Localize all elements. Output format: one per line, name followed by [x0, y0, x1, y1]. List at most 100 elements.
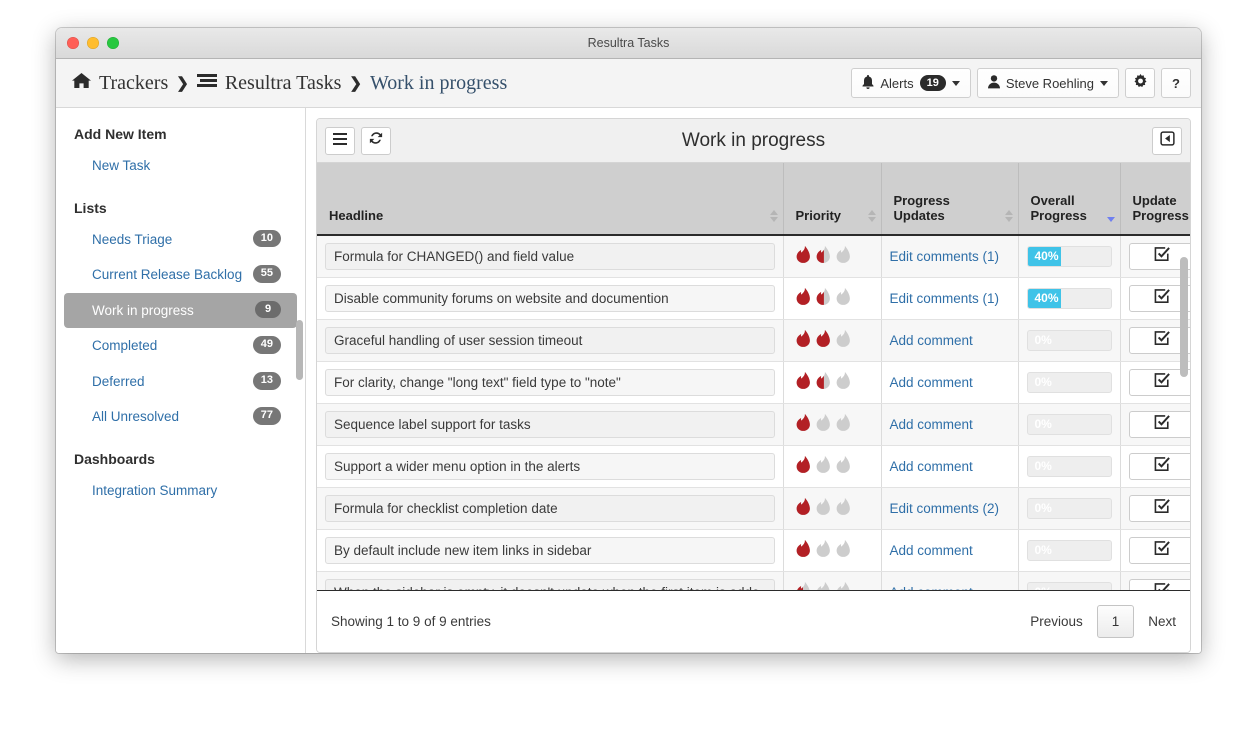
update-progress-button[interactable]	[1128, 537, 1190, 564]
table-row[interactable]: For clarity, change "long text" field ty…	[317, 361, 1190, 404]
pagination-page-1[interactable]: 1	[1096, 605, 1135, 638]
priority-flame-icon	[796, 455, 810, 473]
table-row[interactable]: When the sidebar is empty, it doesn't up…	[317, 571, 1190, 591]
column-header-progress-updates[interactable]: Progress Updates	[881, 163, 1019, 236]
cell-priority	[783, 361, 882, 404]
priority-rating[interactable]	[792, 412, 873, 438]
priority-flame-icon	[796, 413, 810, 431]
sort-descending-icon[interactable]	[1106, 217, 1115, 222]
update-progress-button[interactable]	[1128, 411, 1190, 438]
headline-text[interactable]: For clarity, change "long text" field ty…	[325, 369, 775, 396]
table-row[interactable]: Formula for CHANGED() and field value Edi…	[317, 235, 1190, 278]
alerts-button[interactable]: Alerts 19	[851, 68, 971, 98]
column-header-update-progress[interactable]: Update Progress	[1120, 163, 1190, 236]
table-row[interactable]: Disable community forums on website and …	[317, 277, 1190, 320]
priority-rating[interactable]	[792, 328, 873, 354]
priority-rating[interactable]	[792, 496, 873, 522]
breadcrumb-trackers[interactable]: Trackers	[99, 72, 168, 95]
priority-rating[interactable]	[792, 454, 873, 480]
update-progress-button[interactable]	[1128, 453, 1190, 480]
progress-updates-link[interactable]: Edit comments (2)	[890, 501, 1000, 516]
sidebar-item-label: Integration Summary	[92, 482, 218, 498]
sort-toggle-icon[interactable]	[867, 210, 876, 222]
table-row[interactable]: Graceful handling of user session timeou…	[317, 319, 1190, 362]
sidebar-item-completed[interactable]: Completed 49	[64, 328, 297, 364]
checked-box-icon	[1154, 582, 1170, 590]
progress-updates-link[interactable]: Edit comments (1)	[890, 249, 1000, 264]
headline-text[interactable]: By default include new item links in sid…	[325, 537, 775, 564]
progress-updates-link[interactable]: Add comment	[890, 375, 973, 390]
sidebar-scrollbar[interactable]	[296, 108, 304, 653]
collapse-panel-button[interactable]	[1152, 126, 1182, 155]
cell-priority	[783, 487, 882, 530]
sidebar-item-needs-triage[interactable]: Needs Triage 10	[64, 222, 297, 258]
window-title: Resultra Tasks	[587, 36, 670, 50]
headline-text[interactable]: Support a wider menu option in the alert…	[325, 453, 775, 480]
column-header-overall-progress[interactable]: Overall Progress	[1018, 163, 1121, 236]
sort-toggle-icon[interactable]	[1004, 210, 1013, 222]
headline-text[interactable]: Formula for checklist completion date	[325, 495, 775, 522]
priority-rating[interactable]	[792, 580, 873, 590]
sidebar-item-label: Completed	[92, 338, 158, 354]
progress-updates-link[interactable]: Add comment	[890, 333, 973, 348]
update-progress-button[interactable]	[1128, 579, 1190, 590]
sidebar-item-integration-summary[interactable]: Integration Summary	[64, 473, 297, 509]
pagination-next[interactable]: Next	[1148, 614, 1176, 629]
pagination-previous[interactable]: Previous	[1030, 614, 1083, 629]
sidebar-item-current-release-backlog[interactable]: Current Release Backlog 55	[64, 257, 297, 293]
alerts-count-badge: 19	[919, 74, 946, 92]
sidebar-item-deferred[interactable]: Deferred 13	[64, 364, 297, 400]
table-scrollbar-thumb[interactable]	[1180, 257, 1188, 377]
sidebar-item-all-unresolved[interactable]: All Unresolved 77	[64, 399, 297, 435]
cell-headline: For clarity, change "long text" field ty…	[317, 361, 784, 404]
hamburger-menu-button[interactable]	[325, 126, 355, 155]
panel-toolbar-right	[1152, 126, 1182, 155]
progress-updates-link[interactable]: Add comment	[890, 543, 973, 558]
priority-rating[interactable]	[792, 244, 873, 270]
priority-flame-icon	[816, 497, 830, 515]
headline-text[interactable]: Formula for CHANGED() and field value	[325, 243, 775, 270]
settings-button[interactable]	[1125, 68, 1155, 98]
main-content: Work in progress Headline Priority Progr…	[306, 108, 1201, 653]
headline-text[interactable]: Sequence label support for tasks	[325, 411, 775, 438]
breadcrumb-separator-1: ❯	[176, 75, 189, 92]
table-row[interactable]: Formula for checklist completion date Edi…	[317, 487, 1190, 530]
help-button[interactable]: ?	[1161, 68, 1191, 98]
priority-rating[interactable]	[792, 538, 873, 564]
sidebar-item-new-task[interactable]: New Task	[64, 148, 297, 184]
progress-updates-link[interactable]: Add comment	[890, 585, 973, 591]
cell-headline: Graceful handling of user session timeou…	[317, 319, 784, 362]
checked-box-icon	[1154, 498, 1170, 519]
sidebar-item-count-badge: 9	[255, 300, 281, 319]
tasks-table-scroll[interactable]: Headline Priority Progress Updates Overall …	[317, 163, 1190, 590]
headline-text[interactable]: Graceful handling of user session timeou…	[325, 327, 775, 354]
user-menu-button[interactable]: Steve Roehling	[976, 68, 1119, 98]
table-row[interactable]: Sequence label support for tasks Add comm…	[317, 403, 1190, 446]
breadcrumb-current: Work in progress	[369, 71, 508, 94]
column-header-headline[interactable]: Headline	[317, 163, 784, 236]
sidebar-scrollbar-thumb[interactable]	[296, 320, 303, 380]
overall-progress-bar: 0%	[1026, 456, 1112, 477]
refresh-button[interactable]	[361, 126, 391, 155]
priority-rating[interactable]	[792, 286, 873, 312]
priority-flame-3	[834, 454, 852, 480]
priority-flame-icon	[816, 245, 830, 263]
priority-flame-icon	[796, 497, 810, 515]
column-header-priority[interactable]: Priority	[783, 163, 882, 236]
sort-toggle-icon[interactable]	[769, 210, 778, 222]
tasks-table: Headline Priority Progress Updates Overall …	[317, 163, 1190, 590]
priority-flame-1	[794, 370, 812, 396]
headline-text[interactable]: When the sidebar is empty, it doesn't up…	[325, 579, 775, 590]
priority-flame-2	[814, 286, 832, 312]
progress-updates-link[interactable]: Edit comments (1)	[890, 291, 1000, 306]
update-progress-button[interactable]	[1128, 495, 1190, 522]
headline-text[interactable]: Disable community forums on website and …	[325, 285, 775, 312]
progress-updates-link[interactable]: Add comment	[890, 417, 973, 432]
progress-updates-link[interactable]: Add comment	[890, 459, 973, 474]
priority-rating[interactable]	[792, 370, 873, 396]
priority-flame-3	[834, 328, 852, 354]
table-row[interactable]: Support a wider menu option in the alert…	[317, 445, 1190, 488]
table-row[interactable]: By default include new item links in sid…	[317, 529, 1190, 572]
sidebar-item-work-in-progress[interactable]: Work in progress 9	[64, 292, 297, 329]
breadcrumb-tracker-name[interactable]: Resultra Tasks	[225, 72, 342, 95]
